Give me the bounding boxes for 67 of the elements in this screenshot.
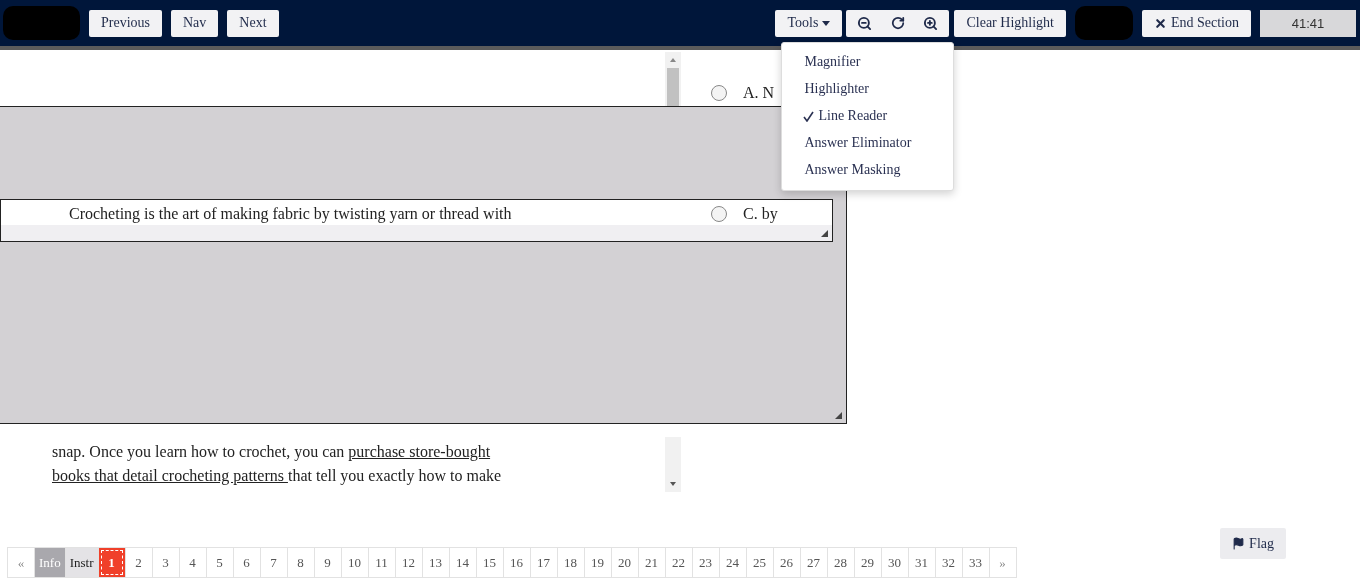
page-number[interactable]: 9 bbox=[313, 547, 342, 578]
page-number[interactable]: 11 bbox=[367, 547, 396, 578]
redacted-block bbox=[1074, 6, 1133, 40]
scrollbar-top[interactable] bbox=[665, 52, 681, 108]
tools-dropdown-button[interactable]: Tools bbox=[775, 9, 843, 37]
page-number[interactable]: 7 bbox=[259, 547, 288, 578]
page-number[interactable]: 16 bbox=[502, 547, 531, 578]
previous-page-button[interactable]: « bbox=[7, 547, 35, 578]
menu-item[interactable]: Answer Eliminator bbox=[782, 129, 954, 157]
page-number[interactable]: 12 bbox=[394, 547, 423, 578]
passage-text: that tell you exactly how to make bbox=[287, 467, 502, 484]
nav-button[interactable]: Previous bbox=[89, 9, 162, 37]
page-number[interactable]: 25 bbox=[745, 547, 774, 578]
page-number[interactable]: 19 bbox=[583, 547, 612, 578]
page-number[interactable]: 1 bbox=[97, 547, 126, 578]
passage-text: snap. Once you learn how to crochet, you can bbox=[52, 443, 346, 460]
page-number[interactable]: 18 bbox=[556, 547, 585, 578]
page-number[interactable]: 14 bbox=[448, 547, 477, 578]
radio-button[interactable] bbox=[711, 85, 727, 101]
caret-icon bbox=[822, 20, 831, 26]
page-number[interactable]: 32 bbox=[934, 547, 963, 578]
answer-text: C. by bbox=[743, 205, 778, 223]
page-number[interactable]: 10 bbox=[340, 547, 369, 578]
nav-button[interactable]: Nav bbox=[171, 9, 219, 37]
page-number[interactable]: 31 bbox=[907, 547, 936, 578]
page-number[interactable]: 4 bbox=[178, 547, 207, 578]
nav-button[interactable]: Next bbox=[227, 9, 279, 37]
page-number[interactable]: 20 bbox=[610, 547, 639, 578]
page-number[interactable]: 13 bbox=[421, 547, 450, 578]
radio-button[interactable] bbox=[711, 206, 727, 222]
page-number[interactable]: 6 bbox=[232, 547, 261, 578]
flag-button[interactable]: Flag bbox=[1220, 528, 1286, 559]
clear-highlight-button[interactable]: Clear Highlight bbox=[954, 9, 1066, 37]
resize-grip-icon[interactable] bbox=[835, 412, 842, 419]
menu-item[interactable]: Magnifier bbox=[782, 48, 954, 76]
menu-item[interactable]: Answer Masking bbox=[782, 156, 954, 184]
page-number[interactable]: 21 bbox=[637, 547, 666, 578]
page-number[interactable]: 30 bbox=[880, 547, 909, 578]
page-number[interactable]: 3 bbox=[151, 547, 180, 578]
next-page-button[interactable]: » bbox=[988, 547, 1017, 578]
close-icon bbox=[1153, 16, 1167, 30]
resize-grip-icon[interactable] bbox=[821, 230, 828, 237]
page-number[interactable]: 22 bbox=[664, 547, 693, 578]
page-number[interactable]: 33 bbox=[961, 547, 990, 578]
page-number[interactable]: 15 bbox=[475, 547, 504, 578]
link[interactable]: books that detail crocheting patterns bbox=[52, 467, 288, 484]
page-number[interactable]: 5 bbox=[205, 547, 234, 578]
page-number[interactable]: 29 bbox=[853, 547, 882, 578]
section-tab[interactable]: Instr bbox=[64, 547, 99, 578]
flag-icon bbox=[1232, 537, 1246, 550]
page-number[interactable]: 24 bbox=[718, 547, 747, 578]
page-number[interactable]: 27 bbox=[799, 547, 828, 578]
timer: 41:41 bbox=[1260, 9, 1356, 37]
page-number[interactable]: 2 bbox=[124, 547, 153, 578]
page-number[interactable]: 17 bbox=[529, 547, 558, 578]
answer-text: A. N bbox=[743, 84, 775, 102]
page-number[interactable]: 28 bbox=[826, 547, 855, 578]
page-number[interactable]: 26 bbox=[772, 547, 801, 578]
menu-item[interactable]: Highlighter bbox=[782, 75, 954, 103]
menu-item[interactable]: Line Reader bbox=[782, 102, 954, 130]
page-number[interactable]: 23 bbox=[691, 547, 720, 578]
window-handle-bar[interactable] bbox=[1, 225, 832, 241]
end-section-button[interactable]: End Section bbox=[1141, 9, 1251, 37]
page-number[interactable]: 8 bbox=[286, 547, 315, 578]
link[interactable]: purchase store-bought bbox=[348, 443, 491, 460]
passage-text: Crocheting is the art of making fabric by twisting yarn or thread with bbox=[69, 205, 513, 223]
reading-window[interactable] bbox=[0, 199, 833, 242]
